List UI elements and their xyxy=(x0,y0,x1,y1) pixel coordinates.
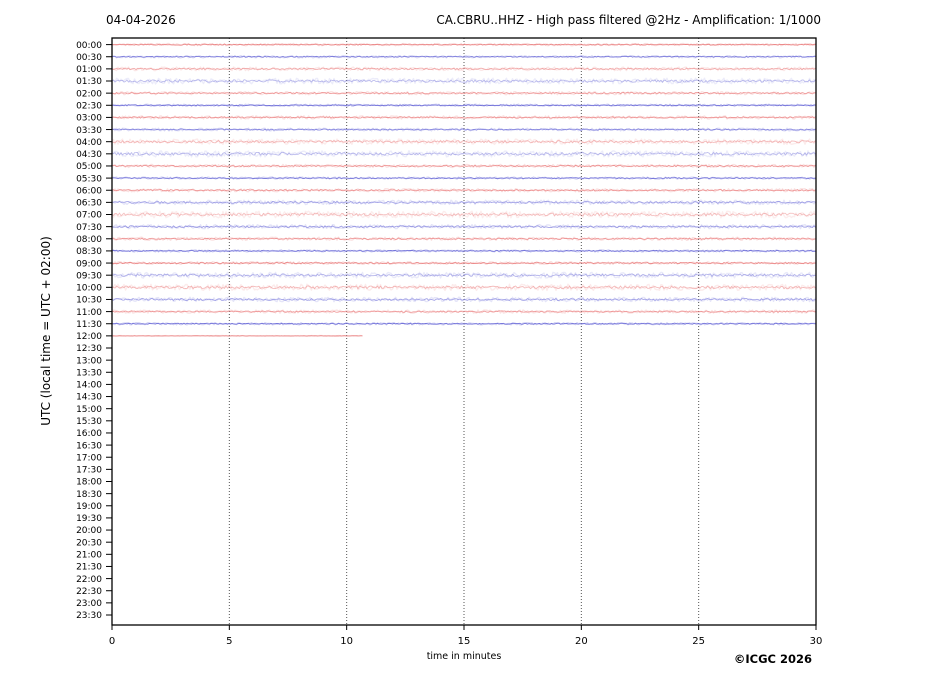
y-tick-label: 01:00 xyxy=(76,65,102,75)
y-tick-label: 03:00 xyxy=(76,114,102,124)
y-tick-label: 09:00 xyxy=(76,259,102,269)
y-tick-label: 12:00 xyxy=(76,332,102,342)
y-tick-label: 05:30 xyxy=(76,174,102,184)
y-tick-label: 20:00 xyxy=(76,526,102,536)
y-tick-label: 22:30 xyxy=(76,587,102,597)
x-tick-label: 20 xyxy=(575,636,588,647)
y-tick-label: 11:30 xyxy=(76,320,102,330)
y-tick-label: 18:00 xyxy=(76,478,102,488)
y-tick-label: 05:00 xyxy=(76,162,102,172)
y-tick-label: 22:00 xyxy=(76,575,102,585)
y-tick-label: 23:00 xyxy=(76,599,102,609)
y-tick-label: 17:30 xyxy=(76,466,102,476)
plot-title: CA.CBRU..HHZ - High pass filtered @2Hz -… xyxy=(436,13,821,27)
y-axis-title: UTC (local time = UTC + 02:00) xyxy=(39,236,53,426)
y-tick-label: 07:30 xyxy=(76,223,102,233)
y-tick-label: 11:00 xyxy=(76,308,102,318)
y-tick-label: 13:00 xyxy=(76,356,102,366)
helicorder-svg: 04-04-2026 CA.CBRU..HHZ - High pass filt… xyxy=(0,0,927,696)
y-tick-label: 17:00 xyxy=(76,453,102,463)
y-tick-label: 01:30 xyxy=(76,77,102,87)
x-tick-label: 0 xyxy=(109,636,115,647)
y-tick-label: 20:30 xyxy=(76,538,102,548)
y-tick-label: 03:30 xyxy=(76,126,102,136)
y-tick-label: 10:00 xyxy=(76,284,102,294)
y-tick-label: 15:00 xyxy=(76,405,102,415)
y-tick-label: 19:00 xyxy=(76,502,102,512)
x-tick-label: 15 xyxy=(458,636,471,647)
y-tick-label: 18:30 xyxy=(76,490,102,500)
x-axis-title: time in minutes xyxy=(427,651,502,662)
y-tick-label: 02:30 xyxy=(76,101,102,111)
y-tick-label: 06:00 xyxy=(76,186,102,196)
y-tick-label: 16:30 xyxy=(76,441,102,451)
y-tick-label: 14:30 xyxy=(76,393,102,403)
y-tick-label: 02:00 xyxy=(76,89,102,99)
y-tick-label: 09:30 xyxy=(76,271,102,281)
trace-05:30 xyxy=(112,178,816,179)
y-tick-label: 08:00 xyxy=(76,235,102,245)
y-tick-label: 15:30 xyxy=(76,417,102,427)
copyright: ©ICGC 2026 xyxy=(734,652,812,666)
y-tick-label: 21:00 xyxy=(76,551,102,561)
y-tick-label: 08:30 xyxy=(76,247,102,257)
y-tick-label: 21:30 xyxy=(76,563,102,573)
y-tick-label: 00:30 xyxy=(76,53,102,63)
x-tick-label: 25 xyxy=(692,636,705,647)
x-tick-label: 10 xyxy=(340,636,353,647)
y-tick-label: 14:00 xyxy=(76,381,102,391)
y-tick-label: 07:00 xyxy=(76,211,102,221)
date-label: 04-04-2026 xyxy=(106,13,176,27)
plot-area: 0 5 10 15 20 25 30 00:00 00:30 01:00 01:30 02:00 02:… xyxy=(76,38,822,647)
y-tick-label: 19:30 xyxy=(76,514,102,524)
helicorder-figure: 04-04-2026 CA.CBRU..HHZ - High pass filt… xyxy=(0,0,927,696)
y-tick-label: 10:30 xyxy=(76,296,102,306)
y-tick-label: 23:30 xyxy=(76,611,102,621)
y-tick-label: 16:00 xyxy=(76,429,102,439)
y-tick-label: 04:30 xyxy=(76,150,102,160)
x-tick-label: 30 xyxy=(810,636,823,647)
y-tick-label: 13:30 xyxy=(76,368,102,378)
y-tick-label: 04:00 xyxy=(76,138,102,148)
y-tick-label: 06:30 xyxy=(76,199,102,209)
y-tick-label: 00:00 xyxy=(76,41,102,51)
x-tick-label: 5 xyxy=(226,636,232,647)
y-tick-label: 12:30 xyxy=(76,344,102,354)
